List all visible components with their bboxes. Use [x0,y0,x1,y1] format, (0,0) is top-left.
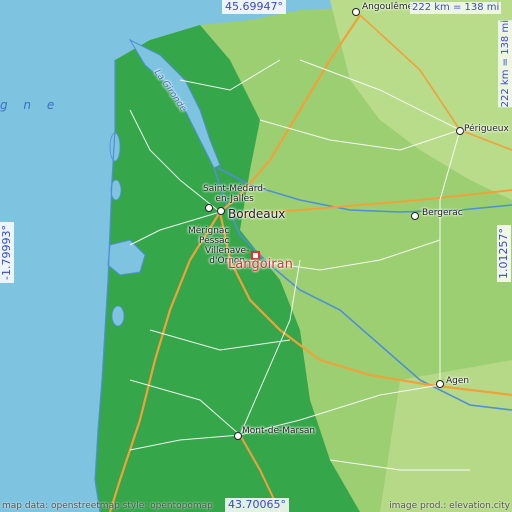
scale-vertical: 222 km = 138 mi [498,20,512,108]
coord-left: -1.79993° [0,222,14,283]
place-label-pessac: Pessac [199,236,230,246]
focus-place-label: Langoiran [228,257,293,272]
place-label-agen: Agen [446,376,470,386]
credit-left: map data: openstreetmap style: opentopom… [2,501,213,511]
place-label-bergerac: Bergerac [422,208,463,218]
coord-right: 1.01257° [497,225,511,282]
scale-horizontal: 222 km = 138 mi [410,2,502,14]
city-marker [352,8,360,16]
place-label-mont-de-marsan: Mont-de-Marsan [242,426,316,436]
city-marker [205,204,213,212]
place-label-bordeaux: Bordeaux [228,207,286,221]
place-label-angouleme: Angoulême [362,2,414,12]
lake [110,179,122,201]
coord-top: 45.69947° [222,0,286,14]
city-marker [436,380,444,388]
ocean-label: g n e [0,98,61,112]
map-canvas[interactable]: Angoulême Périgueux Saint-Médard- en-Jal… [0,0,512,512]
city-marker [456,127,464,135]
place-label-perigueux: Périgueux [464,124,509,134]
city-marker [217,207,225,215]
coord-bottom: 43.70065° [225,498,289,512]
place-label-saint-medard: Saint-Médard- en-Jalles [203,184,267,204]
lake [111,305,125,327]
city-marker [411,212,419,220]
city-marker [234,432,242,440]
place-label-merignac: Mérignac [188,226,230,236]
credit-right: image prod.: elevation.city [389,501,510,511]
